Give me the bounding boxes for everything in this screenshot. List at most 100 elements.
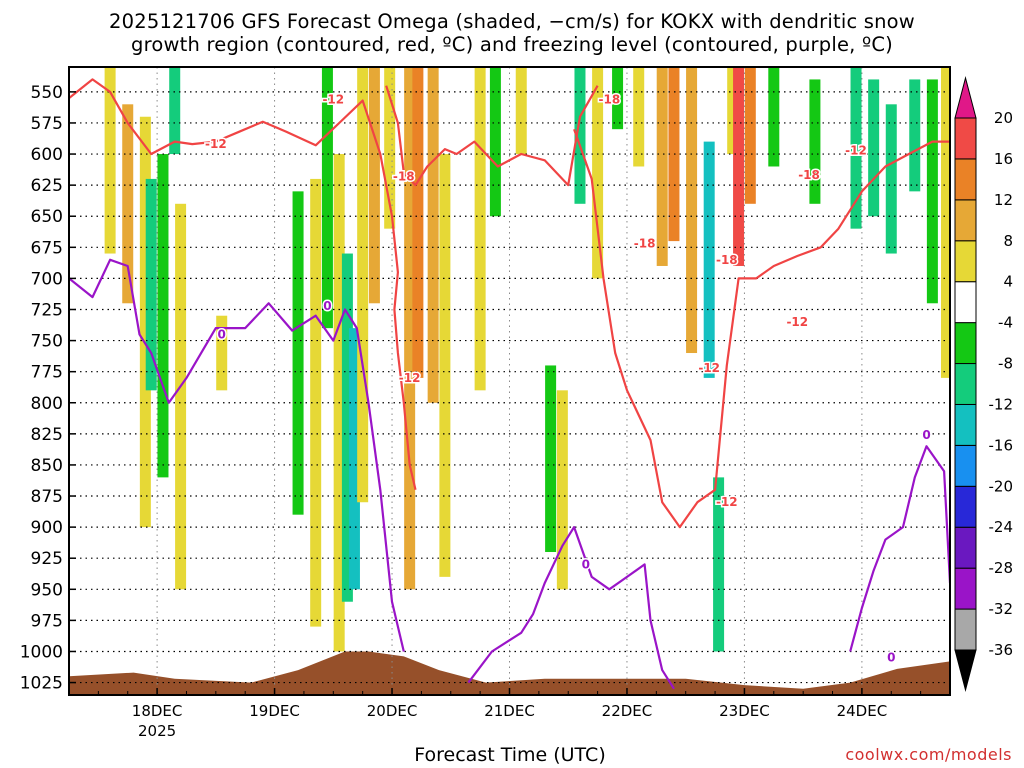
y-tick-label-850: 850 — [31, 456, 63, 476]
omega-band-33 — [703, 141, 715, 378]
colorbar-segment--12 — [954, 363, 977, 405]
omega-band-29 — [633, 67, 645, 167]
contour-label-11: -12 — [845, 143, 867, 157]
omega-band-39 — [809, 79, 821, 204]
x-tick-label-20: 20DEC — [367, 702, 418, 720]
colorbar-label--20: -20 — [989, 477, 1014, 495]
omega-band-20 — [439, 154, 451, 577]
y-tick-label-950: 950 — [31, 580, 63, 600]
colorbar-label-4: 4 — [1003, 273, 1013, 291]
contour-label-13: 0 — [218, 327, 226, 341]
colorbar-label-12: 12 — [994, 191, 1013, 209]
omega-band-43 — [909, 79, 921, 192]
omega-band-36 — [733, 67, 745, 266]
colorbar-segment--32 — [954, 567, 977, 610]
y-tick-label-975: 975 — [31, 611, 63, 631]
colorbar: -36 -32 -28 -24 -20 -16 -12 -8 -4 4 8 12 16 20 — [954, 76, 1014, 692]
y-tick-label-650: 650 — [31, 207, 63, 227]
x-tick-label-23: 23DEC — [719, 702, 770, 720]
colorbar-over-arrow — [954, 76, 977, 119]
omega-band-4 — [157, 154, 169, 478]
omega-time-height-chart: -12 -12 -18 -12 -18 -18 -18 -12 -12 -12 -18 -12 0 0 0 0… — [20, 66, 1014, 740]
colorbar-segment--24 — [954, 485, 977, 528]
colorbar-label--16: -16 — [989, 436, 1014, 454]
x-tick-label-18: 18DEC — [132, 702, 183, 720]
contour-label-14: 0 — [922, 428, 930, 442]
omega-band-31 — [668, 67, 680, 242]
contour-label-12: 0 — [323, 299, 331, 313]
omega-band-1 — [122, 104, 134, 304]
omega-band-24 — [545, 365, 557, 552]
omega-band-25 — [556, 390, 568, 590]
y-tick-label-775: 775 — [31, 363, 63, 383]
x-axis-title: Forecast Time (UTC) — [414, 744, 606, 766]
colorbar-label-8: 8 — [1003, 232, 1013, 250]
y-tick-label-625: 625 — [31, 176, 63, 196]
omega-band-37 — [744, 67, 756, 204]
contour-label-16: 0 — [887, 651, 895, 665]
colorbar-segment-4 — [954, 240, 977, 283]
y-tick-label-575: 575 — [31, 114, 63, 134]
contour-label-2: -18 — [393, 169, 415, 183]
colorbar-label--36: -36 — [989, 641, 1014, 659]
credit-link[interactable]: coolwx.com/models — [845, 745, 1012, 764]
colorbar-label--4: -4 — [998, 314, 1013, 332]
colorbar-segment--36 — [954, 608, 977, 651]
contour-label-4: -18 — [599, 92, 621, 106]
omega-band-38 — [768, 67, 780, 167]
y-tick-label-550: 550 — [31, 83, 63, 103]
omega-band-44 — [926, 79, 938, 304]
omega-band-41 — [868, 79, 880, 217]
omega-band-0 — [104, 67, 116, 254]
colorbar-segment--28 — [954, 526, 977, 569]
colorbar-under-arrow — [954, 649, 977, 692]
x-tick-label-21: 21DEC — [484, 702, 535, 720]
colorbar-label--8: -8 — [998, 355, 1013, 373]
contour-label-7: -12 — [698, 361, 720, 375]
contour-label-5: -18 — [634, 237, 656, 251]
colorbar-segment-12 — [954, 158, 977, 201]
y-tick-label-875: 875 — [31, 487, 63, 507]
contour-label-1: -12 — [322, 92, 344, 106]
colorbar-label--24: -24 — [989, 518, 1014, 536]
omega-band-21 — [474, 67, 486, 391]
omega-band-30 — [656, 67, 668, 266]
colorbar-label-20: 20 — [994, 109, 1013, 127]
y-tick-label-1000: 1000 — [20, 642, 63, 662]
colorbar-segment--8 — [954, 322, 977, 365]
colorbar-label--28: -28 — [989, 559, 1014, 577]
y-tick-label-600: 600 — [31, 145, 63, 165]
colorbar-label-16: 16 — [994, 150, 1013, 168]
contour-label-9: -12 — [786, 315, 808, 329]
y-axis: 550 575 600 625 650 675 700 725 750 775 800 825 850 8… — [20, 83, 76, 694]
x-tick-label-24: 24DEC — [837, 702, 888, 720]
colorbar-segment-16 — [954, 117, 977, 160]
omega-band-14 — [357, 67, 369, 503]
y-tick-label-900: 900 — [31, 518, 63, 538]
colorbar-segment--20 — [954, 444, 977, 487]
x-tick-label-19: 19DEC — [249, 702, 300, 720]
omega-band-18 — [412, 67, 424, 378]
contour-label-15: 0 — [582, 557, 590, 571]
contour-label-3: -12 — [399, 371, 421, 385]
omega-band-8 — [292, 191, 304, 515]
omega-band-32 — [686, 67, 698, 354]
x-tick-sublabel-18: 2025 — [138, 722, 176, 740]
contour-label-8: -12 — [716, 495, 738, 509]
colorbar-segment--16 — [954, 403, 977, 446]
y-tick-label-675: 675 — [31, 238, 63, 258]
colorbar-label--32: -32 — [989, 600, 1014, 618]
colorbar-label--12: -12 — [989, 395, 1014, 413]
contour-label-10: -18 — [798, 168, 820, 182]
omega-band-19 — [427, 67, 439, 403]
colorbar-segment--4 — [954, 281, 977, 324]
omega-band-42 — [885, 104, 897, 254]
y-tick-label-700: 700 — [31, 269, 63, 289]
omega-band-6 — [175, 203, 187, 590]
x-tick-label-22: 22DEC — [602, 702, 653, 720]
contour-label-0: -12 — [205, 137, 227, 151]
y-tick-label-925: 925 — [31, 549, 63, 569]
y-tick-label-825: 825 — [31, 425, 63, 445]
omega-band-22 — [489, 67, 501, 217]
y-tick-label-725: 725 — [31, 300, 63, 320]
